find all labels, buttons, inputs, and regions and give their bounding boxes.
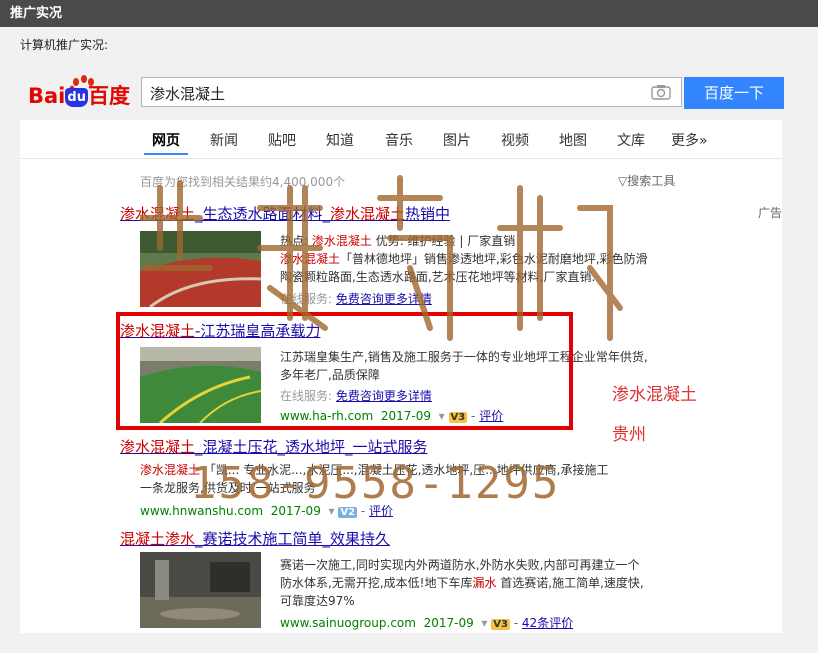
v3-badge[interactable]: V3 (491, 619, 510, 630)
snippet-text: 防水体系,无需开挖,成本低!地下车库 (280, 576, 473, 590)
search-input[interactable]: 渗水混凝土 (141, 77, 682, 107)
logo-text-bai: Bai (28, 84, 66, 108)
result-4-url[interactable]: www.sainuogroup.com 2017-09 ▾ V3 - 42条评价 (280, 614, 573, 631)
url-text: www.sainuogroup.com (280, 616, 416, 630)
snippet-text: 首选赛诺,施工简单,速度快, (496, 576, 644, 590)
annotation-region: 贵州 (612, 425, 646, 445)
result-3: 渗水混凝土_混凝土压花_透水地坪_一站式服务 (120, 436, 428, 457)
snippet-keyword: 漏水 (472, 576, 497, 590)
search-query: 渗水混凝土 (150, 85, 226, 103)
title-bar: 推广实况 (0, 0, 818, 27)
snippet-text: 可靠度达97% (280, 594, 355, 608)
title-part: 渗水混凝土 (120, 438, 196, 456)
dropdown-icon[interactable]: ▾ (481, 616, 487, 630)
snippet-text: 赛诺一次施工,同时实现内外两道防水,外防水失败,内部可再建立一个 (280, 558, 640, 572)
result-4-thumbnail[interactable] (140, 552, 261, 628)
tab-more[interactable]: 更多» (671, 130, 708, 150)
nav-divider (20, 158, 782, 159)
watermark-phone: 158-9558-1295 (190, 458, 561, 509)
logo-text-du: du (65, 88, 88, 107)
logo-text-baidu: 百度 (87, 84, 130, 108)
camera-icon[interactable] (651, 84, 671, 104)
result-4-snippet: 赛诺一次施工,同时实现内外两道防水,外防水失败,内部可再建立一个 防水体系,无需… (280, 556, 700, 610)
tab-zhidao[interactable]: 知道 (326, 130, 354, 150)
title-part: _混凝土压花_透水地坪_一站式服务 (195, 438, 428, 456)
tab-music[interactable]: 音乐 (385, 130, 413, 150)
tab-tieba[interactable]: 贴吧 (268, 130, 296, 150)
tab-web[interactable]: 网页 (152, 130, 180, 150)
tab-news[interactable]: 新闻 (210, 130, 238, 150)
search-button[interactable]: 百度一下 (684, 77, 784, 109)
page-subtitle: 计算机推广实况: (20, 38, 109, 52)
title-part: _赛诺技术施工简单_效果持久 (195, 530, 391, 548)
title-part: 混凝土渗水 (120, 530, 196, 548)
tab-wenku[interactable]: 文库 (617, 130, 645, 150)
active-tab-indicator (144, 153, 188, 155)
ad-label: 广告 (758, 206, 783, 220)
eval-link[interactable]: 42条评价 (522, 616, 573, 630)
result-4: 混凝土渗水_赛诺技术施工简单_效果持久 (120, 528, 390, 549)
watermark-seal-icon (140, 175, 623, 341)
tab-map[interactable]: 地图 (559, 130, 587, 150)
result-title[interactable]: 渗水混凝土_混凝土压花_透水地坪_一站式服务 (120, 436, 428, 457)
url-date: 2017-09 (423, 616, 474, 630)
window-title: 推广实况 (10, 6, 63, 21)
tab-video[interactable]: 视频 (501, 130, 529, 150)
result-title[interactable]: 混凝土渗水_赛诺技术施工简单_效果持久 (120, 528, 390, 549)
baidu-logo[interactable]: Bai du百度 (28, 74, 132, 114)
tab-images[interactable]: 图片 (443, 130, 471, 150)
annotation-keyword: 渗水混凝土 (612, 385, 697, 405)
